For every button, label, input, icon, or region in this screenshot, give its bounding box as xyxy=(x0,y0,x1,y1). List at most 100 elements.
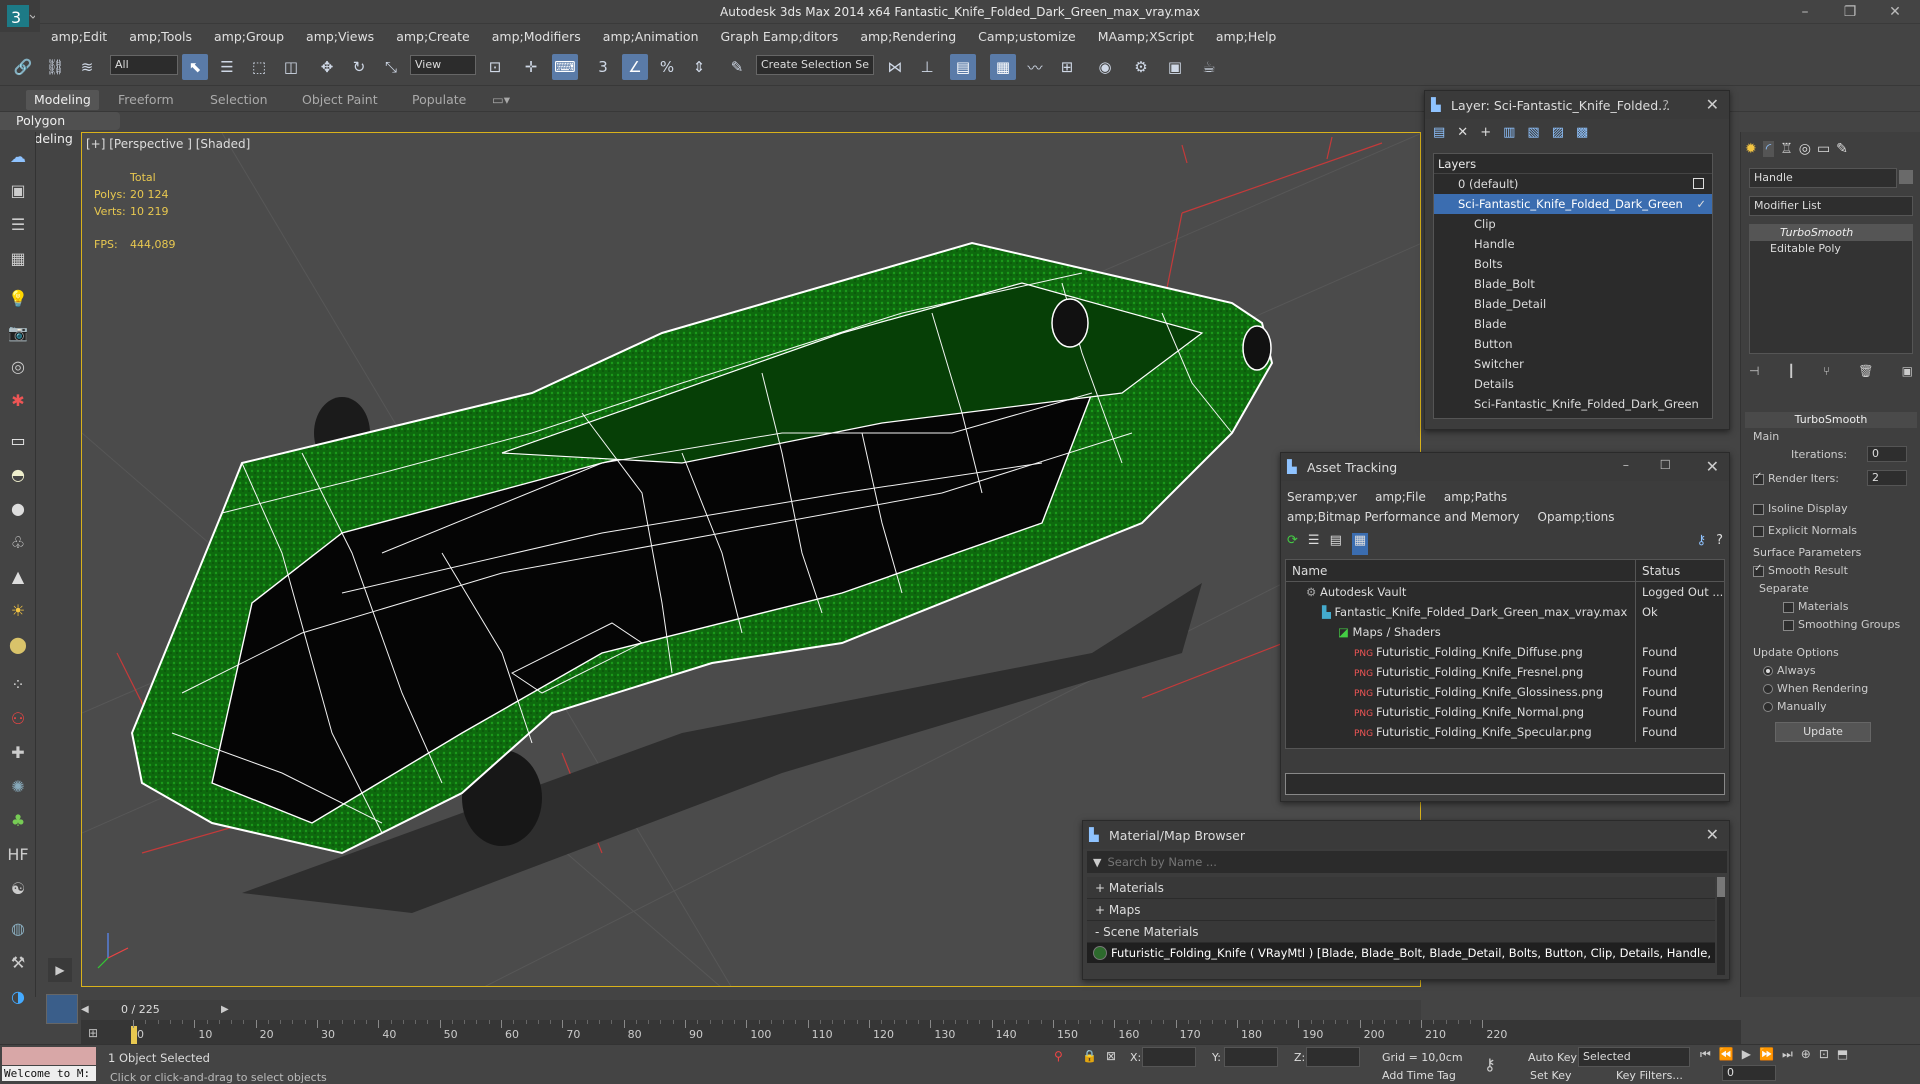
tree-view-icon[interactable]: ▤ xyxy=(1330,533,1342,555)
track-bar[interactable]: ⊞ 0 10 20 30 40 50 60 70 80 90 100 110 120 130 140 150 1… xyxy=(81,1020,1741,1046)
asset-maximize-icon[interactable]: ☐ xyxy=(1660,457,1671,472)
isoline-checkbox[interactable] xyxy=(1753,503,1764,515)
layer-row-knife[interactable]: Sci-Fantastic_Knife_Folded_Dark_Green ✓ xyxy=(1434,194,1712,214)
asset-row[interactable]: ◪ Maps / Shaders xyxy=(1286,622,1724,642)
materials-section[interactable]: + Materials xyxy=(1087,877,1715,899)
named-selection-dropdown[interactable]: Create Selection Se xyxy=(756,55,874,75)
stack-item-editable-poly[interactable]: Editable Poly xyxy=(1750,241,1912,257)
asset-menu-bitmap[interactable]: amp;Bitmap Performance and Memory xyxy=(1287,507,1520,527)
ref-coord-dropdown[interactable]: View xyxy=(410,55,476,75)
menu-rendering[interactable]: amp;Rendering xyxy=(849,26,967,48)
graphite-toggle-icon[interactable]: ▦ xyxy=(990,54,1016,80)
col-name-header[interactable]: Name xyxy=(1286,560,1636,581)
viewport-label[interactable]: [+] [Perspective ] [Shaded] xyxy=(86,137,250,151)
curve-editor-mini-icon[interactable]: ⊞ xyxy=(81,1020,105,1046)
asset-row[interactable]: PNG Futuristic_Folding_Knife_Specular.pn… xyxy=(1286,722,1724,742)
current-layer-box[interactable] xyxy=(1693,178,1704,189)
turbosmooth-rollout[interactable]: TurboSmooth xyxy=(1745,412,1917,428)
align-icon[interactable]: ⊥ xyxy=(914,54,940,80)
hf-icon[interactable]: HF xyxy=(5,842,31,866)
add-to-layer-icon[interactable]: + xyxy=(1480,125,1491,149)
layer-row-default[interactable]: 0 (default) xyxy=(1434,174,1712,194)
spacewarp-icon[interactable]: ✱ xyxy=(5,388,31,412)
manually-radio[interactable] xyxy=(1763,702,1773,712)
asset-row[interactable]: PNG Futuristic_Folding_Knife_Glossiness.… xyxy=(1286,682,1724,702)
update-button[interactable]: Update xyxy=(1775,722,1871,742)
angle-snap-icon[interactable]: ∠ xyxy=(622,54,648,80)
play-icon[interactable]: ▶ xyxy=(1742,1047,1751,1062)
asset-menu-paths[interactable]: amp;Paths xyxy=(1444,487,1507,507)
list-icon[interactable]: ☰ xyxy=(5,212,31,236)
absolute-mode-icon[interactable]: ⊠ xyxy=(1106,1049,1116,1063)
cloth-icon[interactable]: ✺ xyxy=(5,774,31,798)
asset-menu-server[interactable]: Seramp;ver xyxy=(1287,487,1357,507)
modify-tab-icon[interactable]: ◜ xyxy=(1762,141,1775,157)
layer-manager-icon[interactable]: ▤ xyxy=(950,54,976,80)
lock-selection-icon[interactable]: 🔒 xyxy=(1082,1049,1097,1063)
layer-row-blade-detail[interactable]: Blade_Detail xyxy=(1434,294,1712,314)
iterations-spinner[interactable]: 0 xyxy=(1867,446,1907,462)
expand-arrow-icon[interactable]: ▶ xyxy=(48,958,72,982)
key-mode-dropdown[interactable]: Selected xyxy=(1578,1047,1690,1067)
window-crossing-icon[interactable]: ◫ xyxy=(278,54,304,80)
prev-key-icon[interactable]: ⏪ xyxy=(1719,1047,1734,1062)
dome-icon[interactable]: ◓ xyxy=(5,462,31,486)
select-by-name-icon[interactable]: ☰ xyxy=(214,54,240,80)
asset-panel-titlebar[interactable]: ▙ Asset Tracking – ☐ ✕ xyxy=(1281,453,1729,481)
menu-create[interactable]: amp;Create xyxy=(385,26,481,48)
material-scrollbar[interactable] xyxy=(1717,877,1725,975)
make-unique-icon[interactable]: ⑂ xyxy=(1823,364,1830,386)
asset-close-icon[interactable]: ✕ xyxy=(1706,457,1719,476)
sphere-icon[interactable]: ● xyxy=(5,496,31,520)
layer-panel-titlebar[interactable]: ▙ Layer: Sci-Fantastic_Knife_Folded... ?… xyxy=(1425,91,1729,119)
mini-listener-button[interactable] xyxy=(46,994,78,1024)
sun-icon[interactable]: ☀ xyxy=(5,598,31,622)
maxscript-listener[interactable] xyxy=(2,1047,96,1065)
box-icon[interactable]: ▭ xyxy=(5,428,31,452)
pin-stack-icon[interactable]: ⊣ xyxy=(1749,364,1759,386)
camera-icon[interactable]: 📷 xyxy=(5,320,31,344)
foliage-icon[interactable]: ♧ xyxy=(5,530,31,554)
render-icon[interactable]: ☕ xyxy=(1196,54,1222,80)
active-layer-check-icon[interactable]: ✓ xyxy=(1696,194,1706,214)
welcome-text[interactable]: Welcome to M: xyxy=(2,1066,96,1081)
bones-icon[interactable]: ✚ xyxy=(5,740,31,764)
tab-object-paint[interactable]: Object Paint xyxy=(294,90,386,110)
material-browser-titlebar[interactable]: ▙ Material/Map Browser ✕ xyxy=(1083,821,1729,849)
create-tab-icon[interactable]: ✹ xyxy=(1745,141,1757,157)
go-to-start-icon[interactable]: ⏮ xyxy=(1700,1047,1711,1062)
y-field[interactable] xyxy=(1224,1047,1278,1067)
menu-edit[interactable]: amp;Edit xyxy=(40,26,118,48)
object-color-swatch[interactable] xyxy=(1899,170,1913,184)
x-field[interactable] xyxy=(1142,1047,1196,1067)
layer-row-clip[interactable]: Clip xyxy=(1434,214,1712,234)
when-rendering-radio[interactable] xyxy=(1763,684,1773,694)
new-layer-icon[interactable]: ▤ xyxy=(1433,125,1445,149)
asset-menu-options[interactable]: Opamp;tions xyxy=(1538,507,1615,527)
current-frame-field[interactable]: 0 xyxy=(1722,1065,1776,1081)
menu-views[interactable]: amp;Views xyxy=(295,26,385,48)
layer-row-details[interactable]: Details xyxy=(1434,374,1712,394)
polygon-modeling-panel[interactable]: Polygon Modeling xyxy=(0,112,120,146)
render-iters-checkbox[interactable] xyxy=(1753,471,1764,485)
smoothing-groups-checkbox[interactable] xyxy=(1783,619,1794,631)
render-iters-spinner[interactable]: 2 xyxy=(1867,470,1907,486)
object-name-field[interactable]: Handle xyxy=(1749,168,1897,188)
layer-row-knife-object[interactable]: Sci-Fantastic_Knife_Folded_Dark_Green xyxy=(1434,394,1712,414)
next-frame-icon[interactable]: ▶ xyxy=(221,1000,229,1020)
refresh-icon[interactable]: ⟳ xyxy=(1287,533,1298,555)
tab-populate[interactable]: Populate xyxy=(404,90,474,110)
smooth-result-checkbox[interactable] xyxy=(1753,563,1764,577)
unlink-icon[interactable]: ⛓ xyxy=(42,54,68,80)
keyboard-shortcut-icon[interactable]: ⌨ xyxy=(552,54,578,80)
time-slider[interactable]: ◀ 0 / 225 ▶ xyxy=(81,1000,1421,1020)
configure-sets-icon[interactable]: ▣ xyxy=(1902,364,1913,386)
menu-help[interactable]: amp;Help xyxy=(1205,26,1287,48)
selection-filter-dropdown[interactable]: All xyxy=(110,55,178,75)
layer-close-icon[interactable]: ✕ xyxy=(1706,95,1719,114)
add-time-tag[interactable]: Add Time Tag xyxy=(1382,1069,1456,1082)
edit-named-sel-icon[interactable]: ✎ xyxy=(724,54,750,80)
cone-icon[interactable]: ▲ xyxy=(5,564,31,588)
material-search-input[interactable] xyxy=(1107,853,1727,871)
zoom-extents-icon[interactable]: ⊡ xyxy=(1819,1047,1829,1062)
